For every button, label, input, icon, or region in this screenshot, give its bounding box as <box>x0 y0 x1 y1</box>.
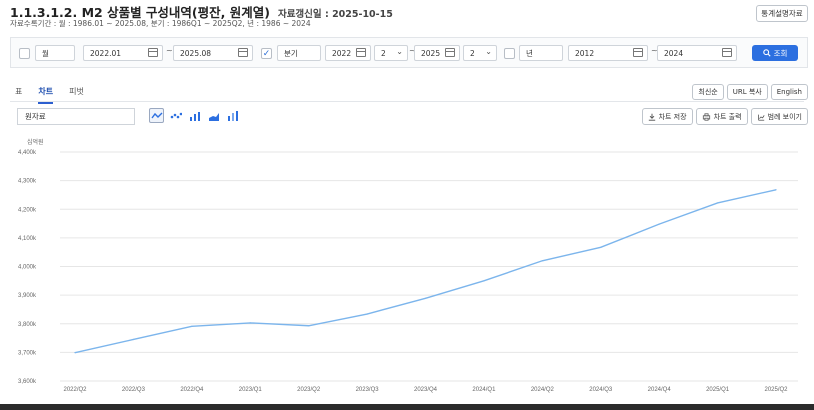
quarterly-from-q-select[interactable]: 2 ⌄ <box>374 45 408 61</box>
chart-area: 십억원 3,600k 3,700k 3,800k 3,900k 4,000k 4,100k 4… <box>10 130 808 402</box>
y-tick-label: 4,300k <box>18 179 37 185</box>
quarterly-to-q-select[interactable]: 2 ⌄ <box>463 45 497 61</box>
y-tick-label: 3,600k <box>18 379 37 385</box>
calendar-icon[interactable] <box>356 48 366 57</box>
calendar-icon[interactable] <box>148 48 158 57</box>
quarterly-from-year-input[interactable]: 2022 <box>325 45 371 61</box>
y-tick-label: 3,700k <box>18 350 37 356</box>
x-tick-label: 2024/Q3 <box>589 387 613 393</box>
range-separator: ~ <box>166 46 173 55</box>
x-tick-label: 2025/Q2 <box>764 387 788 393</box>
x-tick-label: 2022/Q2 <box>63 387 87 393</box>
print-icon <box>702 112 710 121</box>
latest-order-button[interactable]: 최신순 <box>692 84 724 100</box>
quarterly-checkbox[interactable]: ✓ <box>261 48 272 59</box>
x-tick-label: 2024/Q2 <box>531 387 555 393</box>
chevron-down-icon: ⌄ <box>485 47 492 56</box>
x-tick-label: 2022/Q4 <box>180 387 204 393</box>
y-tick-label: 3,800k <box>18 322 37 328</box>
y-tick-label: 4,000k <box>18 265 37 271</box>
search-label: 조회 <box>773 48 788 58</box>
data-point <box>132 338 135 341</box>
data-point <box>483 280 485 282</box>
monthly-label: 월 <box>35 45 75 61</box>
monthly-checkbox[interactable] <box>19 48 30 59</box>
yearly-checkbox[interactable] <box>504 48 515 59</box>
y-tick-label: 4,100k <box>18 236 37 242</box>
print-chart-button[interactable]: 차트 출력 <box>695 108 748 125</box>
data-point <box>658 223 660 225</box>
data-point <box>308 325 310 327</box>
chart-actions: 차트 저장 차트 출력 범례 보이기 <box>641 108 808 125</box>
x-tick-label: 2024/Q1 <box>472 387 496 393</box>
search-button[interactable]: 조회 <box>752 45 798 61</box>
quarterly-label: 분기 <box>277 45 321 61</box>
y-axis-unit: 십억원 <box>27 138 44 146</box>
monthly-from-value: 2022.01 <box>90 48 122 58</box>
calendar-icon[interactable] <box>238 48 248 57</box>
quarterly-from-q-value: 2 <box>381 48 386 58</box>
y-tick-label: 3,900k <box>18 293 37 299</box>
data-point <box>249 322 251 324</box>
monthly-from-input[interactable]: 2022.01 <box>83 45 163 61</box>
data-point <box>366 313 368 315</box>
area-chart-icon[interactable] <box>206 108 221 123</box>
chevron-down-icon: ⌄ <box>396 47 403 56</box>
y-tick-label: 4,400k <box>18 150 37 156</box>
show-legend-label: 범례 보이기 <box>767 112 802 121</box>
x-tick-label: 2025/Q1 <box>706 387 730 393</box>
x-tick-label: 2023/Q3 <box>356 387 380 393</box>
print-chart-label: 차트 출력 <box>713 112 742 121</box>
y-tick-label: 4,200k <box>18 207 37 213</box>
chart-type-switcher <box>149 108 240 123</box>
scatter-chart-icon[interactable] <box>168 108 183 123</box>
x-tick-label: 2023/Q4 <box>414 387 438 393</box>
monthly-to-input[interactable]: 2025.08 <box>173 45 253 61</box>
calendar-icon[interactable] <box>722 48 732 57</box>
data-point <box>716 202 719 204</box>
filter-bar: 월 2022.01 ~ 2025.08 ✓ 분기 2022 2 ⌄ ~ 2025 … <box>10 37 808 68</box>
data-point <box>775 189 777 191</box>
line-chart: 십억원 3,600k 3,700k 3,800k 3,900k 4,000k 4,100k 4… <box>18 138 798 393</box>
save-chart-button[interactable]: 차트 저장 <box>641 108 693 125</box>
bottom-bar <box>0 404 814 410</box>
calendar-icon[interactable] <box>633 48 643 57</box>
x-tick-label: 2023/Q2 <box>297 387 321 393</box>
monthly-to-value: 2025.08 <box>180 48 212 58</box>
stat-description-button[interactable]: 통계설명자료 <box>756 5 808 22</box>
tab-divider <box>10 101 804 102</box>
top-right-buttons: 최신순 URL 복사 English <box>692 84 808 100</box>
yearly-from-value: 2012 <box>575 48 595 58</box>
english-button[interactable]: English <box>770 84 808 100</box>
quarterly-to-year-input[interactable]: 2025 <box>414 45 460 61</box>
series-select[interactable]: 원자료 <box>17 108 135 125</box>
calendar-icon[interactable] <box>445 48 455 57</box>
yearly-label: 년 <box>519 45 563 61</box>
series-line <box>74 189 777 354</box>
show-legend-button[interactable]: 범례 보이기 <box>750 108 808 125</box>
legend-icon <box>757 114 765 121</box>
save-chart-label: 차트 저장 <box>658 112 687 121</box>
stacked-bar-chart-icon[interactable] <box>225 108 240 123</box>
data-point <box>600 246 602 248</box>
yearly-from-input[interactable]: 2012 <box>568 45 648 61</box>
yearly-to-value: 2024 <box>664 48 684 58</box>
yearly-to-input[interactable]: 2024 <box>657 45 737 61</box>
url-copy-button[interactable]: URL 복사 <box>726 84 768 100</box>
line-chart-icon[interactable] <box>149 108 164 123</box>
search-icon <box>762 49 771 57</box>
download-icon <box>648 113 655 121</box>
quarterly-to-q-value: 2 <box>470 48 475 58</box>
data-point <box>74 352 76 354</box>
data-period: 자료수록기간 : 월 : 1986.01 ~ 2025.08, 분기 : 198… <box>10 19 311 28</box>
data-point <box>424 297 427 299</box>
x-tick-label: 2023/Q1 <box>239 387 263 393</box>
data-point <box>541 260 543 262</box>
data-point <box>191 325 193 327</box>
quarterly-to-year-value: 2025 <box>421 48 441 58</box>
x-tick-label: 2024/Q4 <box>648 387 672 393</box>
bar-chart-icon[interactable] <box>187 108 202 123</box>
x-tick-label: 2022/Q3 <box>122 387 146 393</box>
quarterly-from-year-value: 2022 <box>332 48 352 58</box>
